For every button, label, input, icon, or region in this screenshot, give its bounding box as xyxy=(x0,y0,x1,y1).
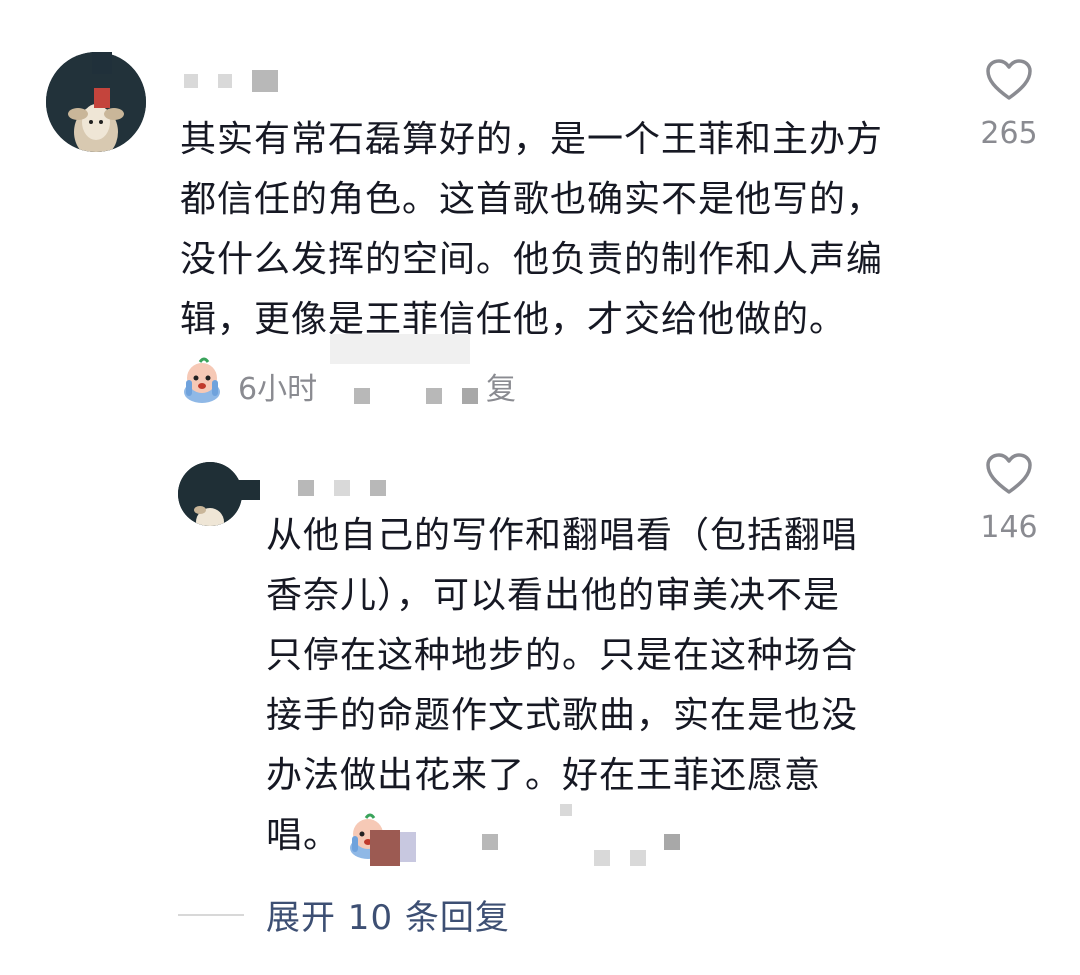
censor-block xyxy=(92,52,112,74)
comment-text: 其实有常石磊算好的，是一个王菲和主办方 都信任的角色。这首歌也确实不是他写的， … xyxy=(180,119,884,340)
censor-block xyxy=(224,480,260,500)
reply-button[interactable]: 复 xyxy=(486,364,516,408)
heart-outline-icon xyxy=(986,59,1032,100)
divider-line xyxy=(178,914,244,916)
crying-emoji-icon xyxy=(184,357,220,403)
like-button[interactable]: 265 xyxy=(976,58,1042,151)
comment-time: 6小时 xyxy=(238,372,318,407)
expand-replies-link[interactable]: 展开 10 条回复 xyxy=(266,890,510,939)
reply-like-count: 146 xyxy=(980,510,1038,545)
heart-outline-icon xyxy=(986,453,1032,494)
like-count: 265 xyxy=(980,116,1038,151)
reply-like-button[interactable]: 146 xyxy=(976,452,1042,545)
